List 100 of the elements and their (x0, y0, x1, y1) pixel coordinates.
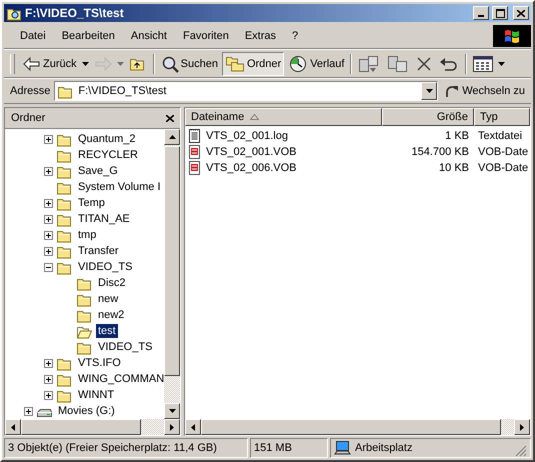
folders-icon (224, 55, 245, 72)
menu-item[interactable]: Ansicht (122, 28, 175, 44)
address-label: Adresse (10, 85, 50, 97)
views-grid-icon (473, 56, 494, 72)
status-text: 3 Objekt(e) (Freier Speicherplatz: 11,4 GB) (4, 438, 248, 458)
folders-button[interactable]: Ordner (222, 52, 284, 76)
move-to-icon (358, 54, 380, 72)
expand-toggle[interactable] (44, 246, 53, 256)
tree-item[interactable]: VTS.IFO (76, 356, 123, 370)
tree-item[interactable]: VIDEO_TS (76, 260, 134, 274)
caret-icon (498, 62, 506, 66)
file-name[interactable]: VTS_02_006.VOB (204, 162, 299, 174)
menu-item[interactable]: Extras (236, 28, 284, 44)
expand-toggle[interactable] (24, 406, 33, 416)
file-type: Textdatei (477, 130, 524, 142)
file-name[interactable]: VTS_02_001.log (204, 130, 290, 142)
tree-item[interactable]: VIDEO_TS (96, 340, 154, 354)
video-file-icon (187, 144, 202, 160)
tree-item[interactable]: System Volume I (76, 180, 163, 194)
scroll-thumb[interactable] (164, 146, 180, 376)
scroll-left-button[interactable] (5, 419, 21, 435)
forward-arrow-icon (94, 56, 112, 70)
close-icon (166, 114, 174, 122)
expand-toggle[interactable] (44, 198, 53, 208)
file-size: 10 KB (438, 162, 470, 174)
search-button[interactable]: Suchen (158, 52, 221, 76)
tree-item[interactable]: new2 (96, 308, 126, 322)
close-button[interactable] (166, 114, 174, 122)
text-file-icon (187, 128, 202, 144)
tree-item[interactable]: Movies (G:) (56, 404, 117, 418)
collapse-toggle[interactable] (44, 262, 53, 272)
scroll-down-button[interactable] (164, 403, 180, 419)
computer-icon (334, 440, 351, 456)
caret-icon (116, 62, 124, 66)
file-size: 154.700 KB (410, 146, 470, 158)
file-type: VOB-Date (477, 162, 530, 174)
tree-item[interactable]: RECYCLER (76, 148, 140, 162)
pane-title: Ordner (11, 112, 46, 124)
maximize-icon (496, 8, 504, 18)
history-clock-icon (288, 54, 308, 72)
caret-icon (82, 62, 89, 66)
expand-toggle[interactable] (44, 230, 53, 240)
scroll-thumb[interactable] (21, 419, 141, 435)
back-button[interactable]: Zurück (20, 52, 80, 76)
flag-logo-icon (503, 28, 521, 44)
tree-item[interactable]: WING_COMMAN (76, 372, 164, 386)
close-icon (517, 10, 525, 16)
column-header[interactable]: Typ (474, 108, 530, 126)
column-header[interactable]: Dateiname (185, 108, 382, 126)
scroll-up-button[interactable] (164, 129, 180, 145)
go-arrow-icon (444, 83, 460, 99)
expand-toggle[interactable] (44, 374, 53, 384)
search-icon (160, 54, 179, 72)
expand-toggle[interactable] (44, 358, 53, 368)
caret-icon (426, 89, 433, 93)
menu-item[interactable]: Datei (12, 28, 54, 44)
file-name[interactable]: VTS_02_001.VOB (204, 146, 299, 158)
arrow-up-icon (168, 135, 176, 139)
video-file-icon (187, 160, 202, 176)
arrow-right-icon (170, 424, 174, 430)
status-size: 151 MB (250, 438, 328, 458)
go-button[interactable]: Wechseln zu (442, 83, 527, 99)
arrow-left-icon (191, 424, 195, 430)
tree-item[interactable]: Quantum_2 (76, 132, 138, 146)
tree-item[interactable]: Disc2 (96, 276, 128, 290)
menu-item[interactable]: ? (284, 28, 306, 44)
minimize-button[interactable] (473, 6, 489, 20)
history-button[interactable]: Verlauf (285, 52, 348, 76)
tree-item[interactable]: tmp (76, 228, 98, 242)
delete-icon (416, 56, 432, 72)
arrow-down-icon (168, 409, 176, 413)
tree-item[interactable]: new (96, 292, 120, 306)
maximize-button[interactable] (492, 6, 508, 20)
file-size: 1 KB (444, 130, 470, 142)
tree-item[interactable]: test (96, 324, 118, 338)
menu-item[interactable]: Bearbeiten (54, 28, 123, 44)
column-header[interactable]: Größe (382, 108, 474, 126)
back-arrow-icon (23, 56, 41, 70)
scroll-left-button[interactable] (185, 419, 201, 435)
expand-toggle[interactable] (44, 166, 53, 176)
scroll-right-button[interactable] (164, 419, 180, 435)
expand-toggle[interactable] (44, 214, 53, 224)
file-type: VOB-Date (477, 146, 530, 158)
tree-item[interactable]: WINNT (76, 388, 116, 402)
arrow-right-icon (520, 424, 524, 430)
status-location: Arbeitsplatz (355, 442, 412, 454)
tree-item[interactable]: Save_G (76, 164, 120, 178)
menu-item[interactable]: Favoriten (174, 28, 237, 44)
tree-item[interactable]: Temp (76, 196, 107, 210)
copy-to-icon (387, 54, 410, 72)
address-field[interactable]: F:\VIDEO_TS\test (54, 81, 438, 101)
undo-icon (439, 56, 460, 70)
expand-toggle[interactable] (44, 390, 53, 400)
tree-item[interactable]: TITAN_AE (76, 212, 132, 226)
scroll-right-button[interactable] (514, 419, 530, 435)
arrow-left-icon (11, 424, 15, 430)
expand-toggle[interactable] (44, 134, 53, 144)
tree-item[interactable]: Transfer (76, 244, 121, 258)
window-title: F:\VIDEO_TS\test (25, 6, 125, 20)
dropdown-button[interactable] (421, 82, 438, 100)
